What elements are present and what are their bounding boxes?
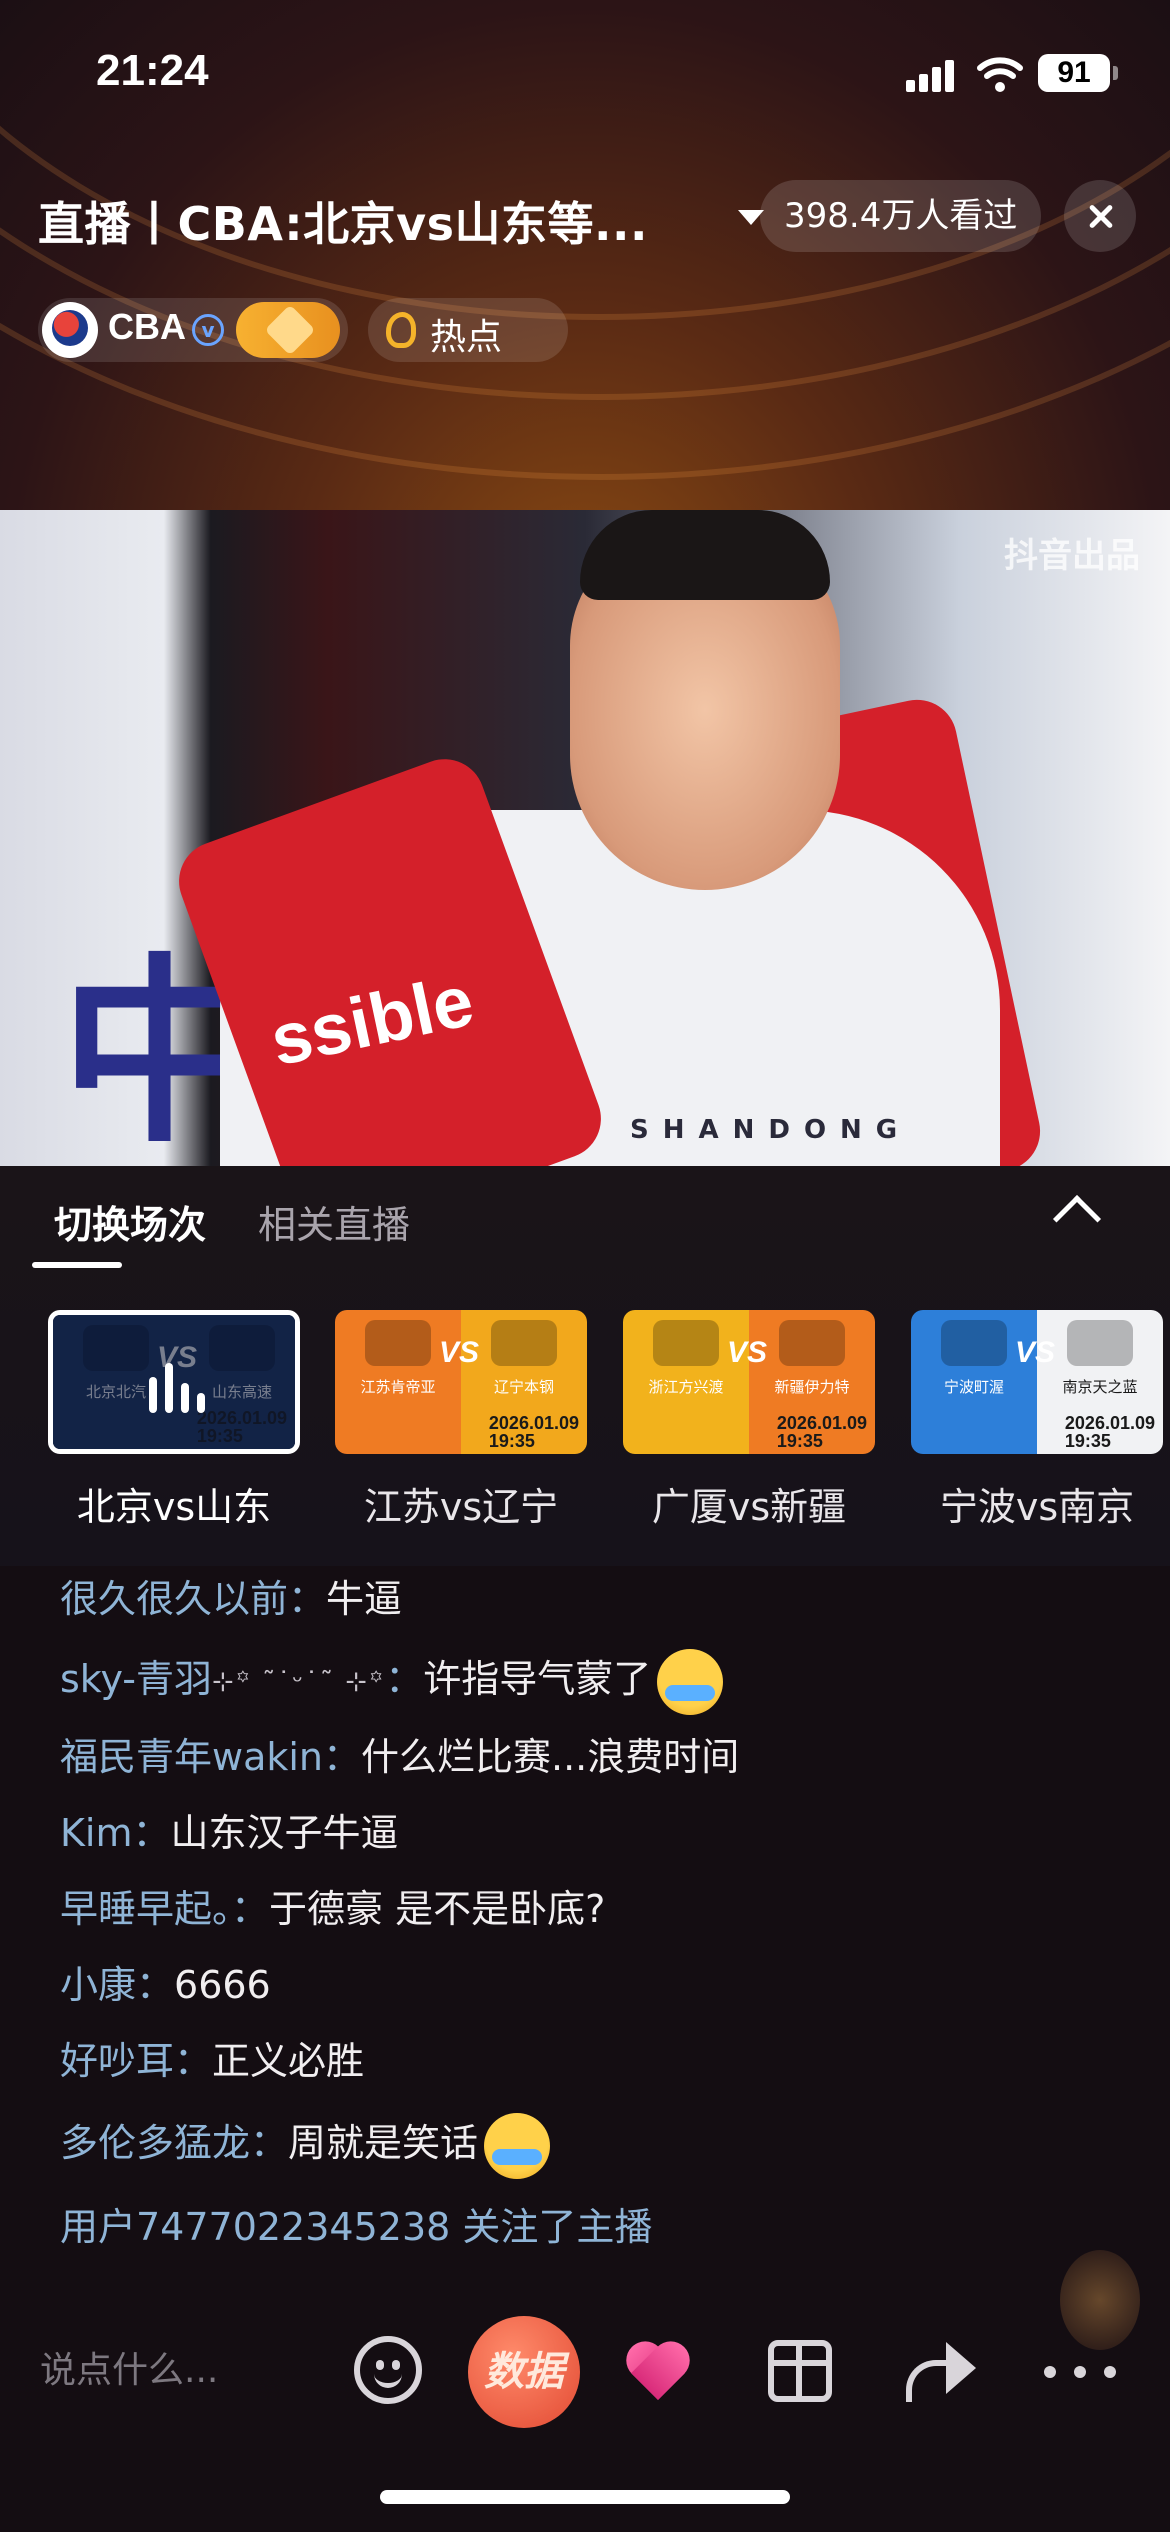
more-icon[interactable]: [1044, 2366, 1124, 2380]
wifi-icon: [977, 57, 1023, 92]
home-team-name: 浙江方兴渡: [648, 1378, 724, 1396]
fan-club-button[interactable]: [236, 302, 340, 358]
chat-user[interactable]: 很久很久以前：: [60, 1577, 326, 1621]
chat-user[interactable]: 早睡早起。：: [60, 1887, 269, 1931]
home-team-panel: 浙江方兴渡: [623, 1310, 749, 1454]
chat-text: 山东汉子牛逼: [170, 1811, 399, 1855]
chat-text: 许指导气蒙了: [423, 1657, 652, 1701]
crying-laugh-emoji-icon: [484, 2112, 551, 2179]
match-label[interactable]: 宁波vs南京: [907, 1476, 1167, 1531]
chat-message[interactable]: 很久很久以前：牛逼: [60, 1568, 402, 1630]
chat-text: 正义必胜: [212, 2039, 365, 2083]
player-hair: [580, 510, 830, 600]
team-logo-icon: [653, 1320, 719, 1366]
chat-text: 6666: [174, 1963, 271, 2007]
team-logo-icon: [779, 1320, 845, 1366]
cellular-signal-icon: [906, 58, 956, 92]
team-logo-icon: [1067, 1320, 1133, 1366]
chat-message[interactable]: 好吵耳：正义必胜: [60, 2030, 364, 2092]
status-bar: 21:24 91: [0, 0, 1170, 140]
live-header: 直播丨CBA:北京vs山东等... 398.4万人看过: [38, 180, 1138, 260]
gift-icon[interactable]: [768, 2340, 832, 2402]
chat-text: 于德豪 是不是卧底?: [269, 1887, 606, 1931]
chat-separator: ：: [385, 1657, 424, 1701]
chat-user[interactable]: 多伦多猛龙：: [60, 2121, 288, 2165]
status-time: 21:24: [96, 46, 209, 95]
vs-mark: VS: [1015, 1336, 1056, 1369]
vs-mark: VS: [439, 1336, 480, 1369]
match-card[interactable]: 江苏肯帝亚 辽宁本钢 VS 2026.01.09 19:35: [335, 1310, 587, 1454]
match-datetime: 2026.01.0919:35: [1064, 1413, 1155, 1451]
match-switch-panel: 切换场次 相关直播 北京北汽山东高速VS2026.01.0919:35 北京vs山…: [0, 1166, 1170, 1566]
chevron-up-icon[interactable]: [1052, 1194, 1102, 1244]
match-datetime: 2026.01.0919:35: [488, 1413, 579, 1451]
chat-message[interactable]: 福民青年wakin：什么烂比赛...浪费时间: [60, 1726, 739, 1788]
battery-indicator: 91: [1038, 54, 1118, 92]
share-icon[interactable]: [906, 2342, 976, 2402]
chat-follow-notice[interactable]: 用户7477022345238 关注了主播: [60, 2196, 652, 2258]
crying-laugh-emoji-icon: [657, 1648, 724, 1715]
watermark: 抖音出品: [1004, 536, 1140, 576]
fire-icon: [386, 312, 416, 348]
match-label[interactable]: 北京vs山东: [44, 1476, 304, 1531]
close-button[interactable]: [1064, 180, 1136, 252]
vs-mark: VS: [727, 1336, 768, 1369]
chat-message[interactable]: 多伦多猛龙：周就是笑话: [60, 2108, 551, 2179]
bottom-action-bar: 数据: [0, 2316, 1170, 2428]
comment-input[interactable]: [40, 2316, 340, 2426]
match-label[interactable]: 广厦vs新疆: [619, 1476, 879, 1531]
match-datetime: 2026.01.0919:35: [776, 1413, 867, 1451]
data-button[interactable]: 数据: [468, 2316, 580, 2428]
jersey-text: SHANDONG: [630, 1115, 912, 1145]
tab-underline: [32, 1262, 122, 1268]
away-team-name: 南京天之蓝: [1062, 1378, 1138, 1396]
home-indicator: [380, 2490, 790, 2504]
home-team-name: 江苏肯帝亚: [360, 1378, 436, 1396]
tab-related-live[interactable]: 相关直播: [258, 1194, 410, 1249]
live-title[interactable]: 直播丨CBA:北京vs山东等...: [38, 188, 648, 254]
match-label[interactable]: 江苏vs辽宁: [331, 1476, 591, 1531]
chat-text: 周就是笑话: [288, 2121, 479, 2165]
hot-topic-button[interactable]: 热点: [368, 298, 568, 362]
chat-text: 牛逼: [326, 1577, 403, 1621]
chat-message[interactable]: sky-青羽⊹꙳ ˜˙ᵕ˙˜ ⊹꙳：许指导气蒙了: [60, 1644, 724, 1715]
chat-user[interactable]: 福民青年wakin：: [60, 1735, 361, 1779]
sparkle-icon: ⊹꙳ ˜˙ᵕ˙˜ ⊹꙳: [211, 1666, 386, 1697]
viewer-count[interactable]: 398.4万人看过: [760, 180, 1042, 252]
verified-icon: v: [192, 314, 224, 346]
chat-text: 什么烂比赛...浪费时间: [361, 1735, 740, 1779]
home-team-panel: 宁波町渥: [911, 1310, 1037, 1454]
chat-user[interactable]: Kim：: [60, 1811, 171, 1855]
match-card[interactable]: 宁波町渥 南京天之蓝 VS 2026.01.09 19:35: [911, 1310, 1163, 1454]
hot-label: 热点: [430, 317, 503, 358]
home-team-panel: 江苏肯帝亚: [335, 1310, 461, 1454]
chat-user[interactable]: 好吵耳：: [60, 2039, 212, 2083]
anchor-profile-pill[interactable]: CBA v: [38, 298, 348, 362]
home-team-name: 宁波町渥: [943, 1378, 1004, 1396]
tab-switch-match[interactable]: 切换场次: [54, 1194, 206, 1249]
emoji-icon[interactable]: [354, 2336, 422, 2404]
away-team-name: 辽宁本钢: [493, 1378, 554, 1396]
anchor-name: CBA: [108, 306, 186, 347]
away-team-name: 新疆伊力特: [774, 1378, 850, 1396]
avatar[interactable]: [42, 302, 98, 358]
team-logo-icon: [491, 1320, 557, 1366]
fan-heart-icon: [264, 304, 316, 356]
video-player[interactable]: 中 ssible SHANDONG 抖音出品: [0, 510, 1170, 1166]
chat-user[interactable]: 小康：: [60, 1963, 174, 2007]
chat-message[interactable]: Kim：山东汉子牛逼: [60, 1802, 399, 1864]
heart-icon[interactable]: [630, 2338, 696, 2404]
chat-message[interactable]: 小康：6666: [60, 1954, 271, 2016]
chat-message[interactable]: 早睡早起。：于德豪 是不是卧底?: [60, 1878, 605, 1940]
team-logo-icon: [365, 1320, 431, 1366]
match-card[interactable]: 浙江方兴渡 新疆伊力特 VS 2026.01.09 19:35: [623, 1310, 875, 1454]
chat-text: 关注了主播: [450, 2205, 653, 2249]
chat-user[interactable]: 用户7477022345238: [60, 2205, 450, 2249]
chat-user[interactable]: sky-青羽: [60, 1657, 212, 1701]
team-logo-icon: [941, 1320, 1007, 1366]
now-playing-icon: [149, 1363, 209, 1413]
match-card[interactable]: 北京北汽山东高速VS2026.01.0919:35: [48, 1310, 300, 1454]
